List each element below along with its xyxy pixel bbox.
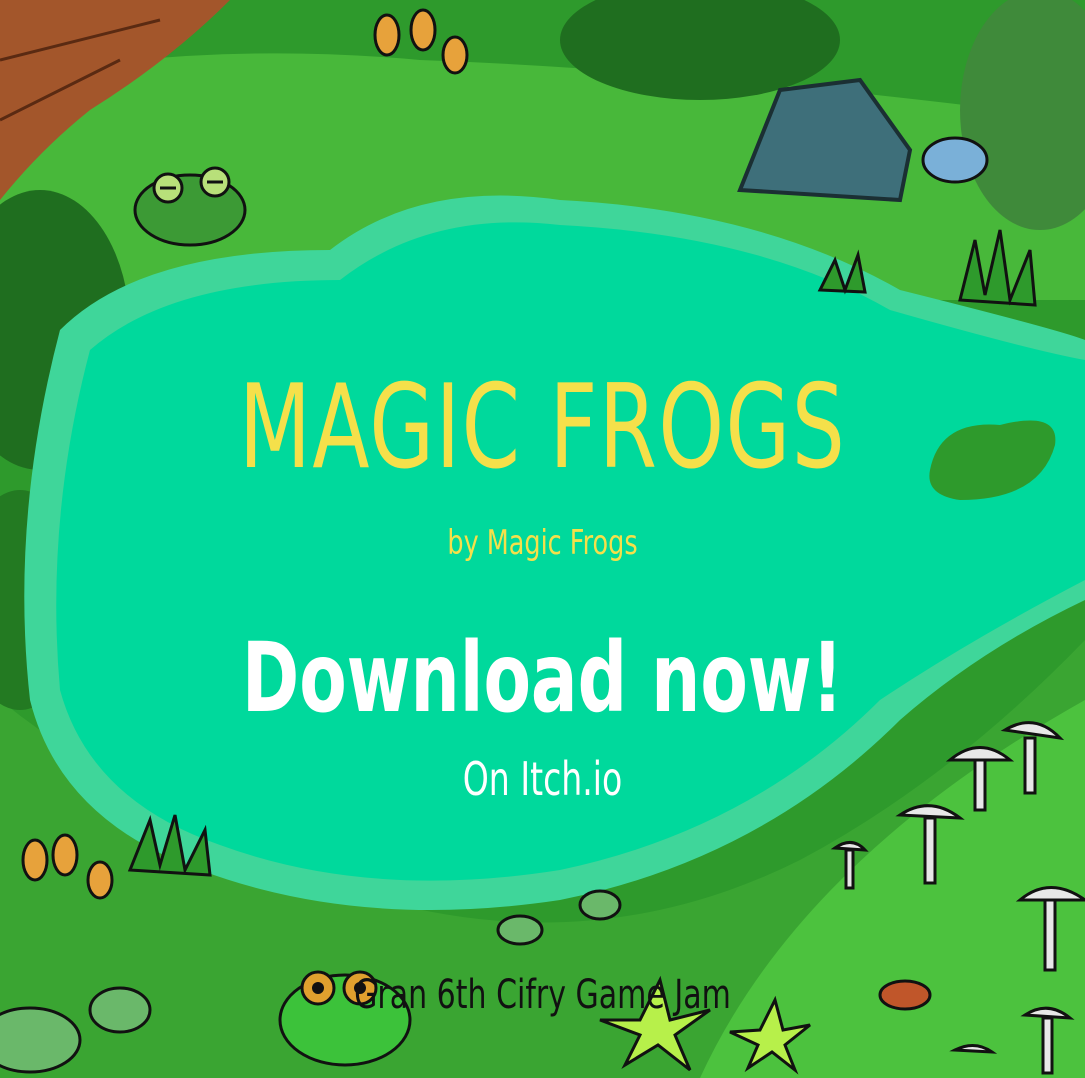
game-title: MAGIC FROGS <box>238 360 847 495</box>
game-jam-label: Gran 6th Cifry Game Jam <box>354 972 731 1018</box>
cover-art: MAGIC FROGS by Magic Frogs Download now!… <box>0 0 1085 1078</box>
platform-label: On Itch.io <box>462 752 623 806</box>
byline: by Magic Frogs <box>447 523 638 563</box>
download-call-to-action: Download now! <box>241 622 844 734</box>
